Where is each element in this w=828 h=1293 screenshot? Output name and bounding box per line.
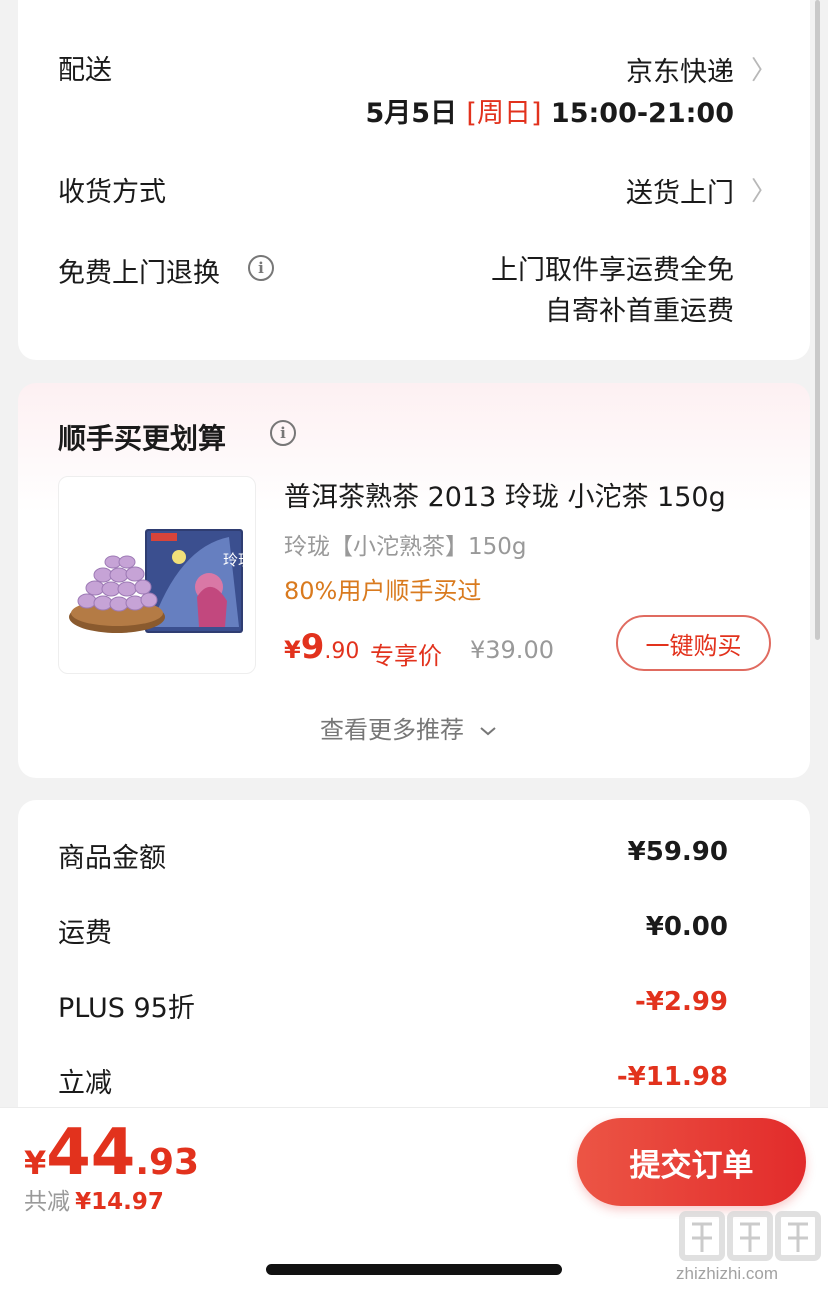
checkout-bar: ¥44.93 共减 ¥14.97 提交订单 xyxy=(0,1107,828,1219)
product-image[interactable]: 玲珑 xyxy=(58,476,256,674)
chevron-right-icon[interactable]: 〉 xyxy=(751,171,777,208)
price-tag: 专享价 xyxy=(370,642,442,670)
chevron-right-icon[interactable]: 〉 xyxy=(751,50,777,87)
price-dec: .90 xyxy=(324,639,360,664)
info-icon[interactable]: i xyxy=(270,420,296,446)
more-recommend-label: 查看更多推荐 xyxy=(320,716,464,744)
original-price: ¥39.00 xyxy=(470,636,554,664)
delivery-weekday: [周日] xyxy=(466,98,542,129)
total-saved[interactable]: 共减 ¥14.97 xyxy=(24,1182,164,1216)
tea-package-illustration: 玲珑 xyxy=(69,529,253,633)
product-hint: 80%用户顺手买过 xyxy=(284,577,482,605)
summary-label: 商品金额 xyxy=(58,843,166,874)
delivery-label: 配送 xyxy=(58,55,112,86)
summary-label: 立减 xyxy=(58,1068,112,1099)
free-return-label: 免费上门退换 xyxy=(58,258,220,289)
free-return-line2: 自寄补首重运费 xyxy=(545,296,734,327)
total-price: ¥44.93 xyxy=(24,1116,199,1190)
more-recommend-link[interactable]: 查看更多推荐 xyxy=(320,710,498,745)
delivery-carrier[interactable]: 京东快递 xyxy=(626,50,734,89)
watermark-site-text: zhizhizhi.com xyxy=(676,1264,779,1283)
submit-order-button[interactable]: 提交订单 xyxy=(577,1118,806,1206)
product-spec: 玲珑【小沱熟茶】150g xyxy=(284,534,527,560)
summary-value: ¥0.00 xyxy=(645,912,728,942)
total-currency: ¥ xyxy=(24,1144,47,1182)
receive-value[interactable]: 送货上门 xyxy=(626,171,734,210)
price-summary-card: 商品金额 ¥59.90 运费 ¥0.00 PLUS 95折 -¥2.99 立减 -¥11.98 xyxy=(18,800,810,1130)
scrollbar[interactable] xyxy=(815,0,820,640)
home-indicator[interactable] xyxy=(266,1264,562,1275)
price-symbol: ¥ xyxy=(284,636,301,664)
product-name[interactable]: 普洱茶熟茶 2013 玲珑 小沱茶 150g xyxy=(284,475,726,514)
chevron-down-icon xyxy=(479,727,496,736)
watermark-logo-icon xyxy=(679,1211,821,1261)
one-click-buy-button[interactable]: 一键购买 xyxy=(616,615,771,671)
price-int: 9 xyxy=(300,627,325,667)
package-brand-text: 玲珑 xyxy=(223,551,253,569)
total-integer: 44 xyxy=(46,1116,136,1190)
saved-value: ¥14.97 xyxy=(75,1189,164,1215)
product-price: ¥9.90 xyxy=(284,627,359,667)
delivery-time[interactable]: 5月5日 [周日] 15:00-21:00 xyxy=(365,91,734,130)
delivery-window: 15:00-21:00 xyxy=(550,98,734,129)
info-icon[interactable]: i xyxy=(248,255,274,281)
summary-label: 运费 xyxy=(58,918,112,949)
recommend-title: 顺手买更划算 xyxy=(58,422,227,455)
free-return-line1: 上门取件享运费全免 xyxy=(491,255,734,286)
recommend-card: 顺手买更划算 i 玲珑 普洱茶熟茶 2013 玲珑 小沱茶 150g 玲珑【小沱… xyxy=(18,383,810,778)
summary-value: -¥2.99 xyxy=(634,987,728,1017)
site-watermark: zhizhizhi.com xyxy=(676,1208,824,1288)
saved-label: 共减 xyxy=(24,1189,70,1215)
delivery-date: 5月5日 xyxy=(365,98,458,129)
delivery-card: 配送 京东快递 〉 5月5日 [周日] 15:00-21:00 收货方式 送货上… xyxy=(18,0,810,360)
summary-value: -¥11.98 xyxy=(616,1062,728,1092)
summary-value: ¥59.90 xyxy=(627,837,728,867)
receive-label: 收货方式 xyxy=(58,177,166,208)
summary-label: PLUS 95折 xyxy=(58,993,195,1024)
total-decimal: .93 xyxy=(135,1142,200,1183)
